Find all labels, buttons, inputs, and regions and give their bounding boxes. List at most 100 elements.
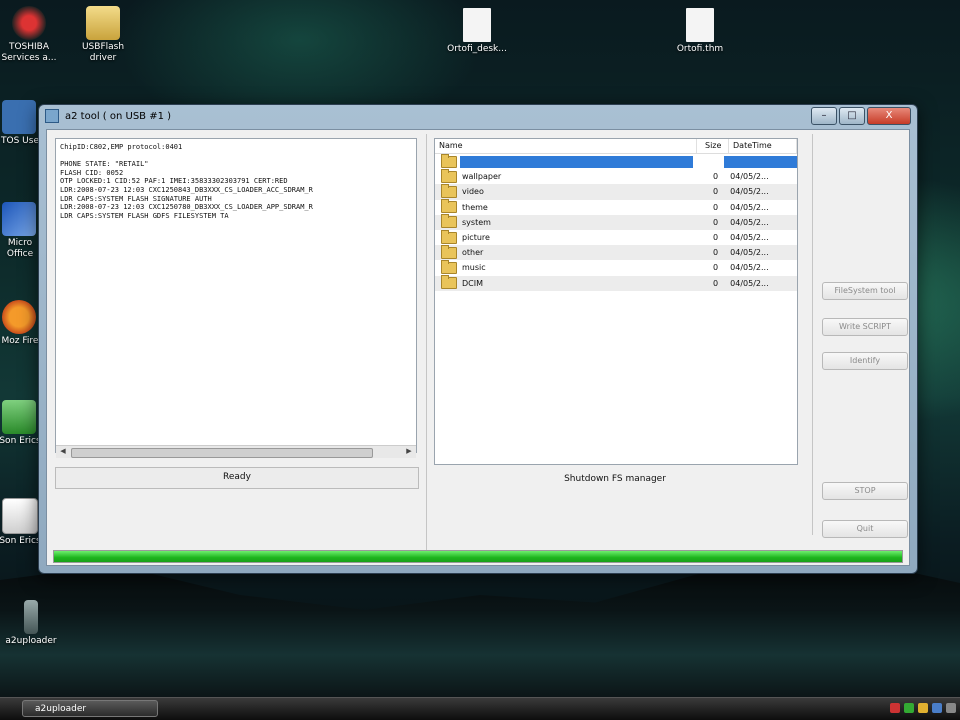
file-datetime-cell: 04/05/2... — [730, 233, 769, 243]
progress-bar — [53, 550, 903, 563]
tray-icon[interactable] — [904, 703, 914, 713]
parent-folder-icon — [441, 153, 457, 168]
file-name-cell: wallpaper — [435, 168, 693, 183]
log-line: LDR:2008-07-23 12:03 CXC1250843_DB3XXX_C… — [60, 185, 313, 194]
file-row[interactable]: picture 0 04/05/2... — [435, 229, 797, 245]
toshiba-user-icon[interactable]: TOS Use — [0, 100, 42, 147]
log-line: OTP LOCKED:1 CID:52 PAF:1 IMEI:358333023… — [60, 177, 288, 186]
file-row[interactable]: music 0 04/05/2... — [435, 259, 797, 275]
column-header-name[interactable]: Name — [435, 139, 697, 153]
window-titlebar[interactable]: a2 tool ( on USB #1 ) – □ X — [39, 105, 917, 127]
file-name-cell: picture — [435, 229, 693, 244]
app-icon — [45, 109, 59, 123]
desktop-icon-label: Ortofi_desk... — [447, 44, 507, 54]
window-client-area: ChipID:C802,EMP protocol:0401 PHONE STAT… — [46, 129, 910, 566]
folder-icon — [441, 168, 457, 183]
log-line: LDR CAPS:SYSTEM FLASH SIGNATURE AUTH — [60, 194, 212, 203]
scrollbar-thumb[interactable] — [71, 448, 373, 458]
file-list[interactable]: Name Size DateTime wallpaper 0 04/05/2... v… — [434, 138, 798, 465]
file-size-cell: 0 — [713, 278, 719, 288]
file-datetime-cell: 04/05/2... — [730, 202, 769, 212]
log-horizontal-scrollbar[interactable]: ◀ ▶ — [56, 445, 416, 458]
scroll-right-icon[interactable]: ▶ — [403, 447, 415, 457]
filesystem-tool-button[interactable]: FileSystem tool — [822, 282, 908, 300]
tray-icon[interactable] — [932, 703, 942, 713]
file-name: wallpaper — [462, 172, 502, 182]
desktop-icon-label: Son Erics — [0, 436, 41, 446]
file-name-cell: theme — [435, 199, 693, 214]
file-row[interactable]: video 0 04/05/2... — [435, 183, 797, 200]
file-name-cell: video — [435, 183, 693, 198]
sony-ericsson-icon-2[interactable]: Son Erics — [0, 498, 42, 547]
a2uploader-icon[interactable]: a2uploader — [0, 600, 66, 647]
file-list-header: Name Size DateTime — [435, 139, 797, 154]
file-size-cell: 0 — [713, 202, 719, 212]
taskbar: a2uploader — [0, 697, 960, 720]
file-name: theme — [462, 202, 488, 212]
file-row[interactable]: DCIM 0 04/05/2... — [435, 275, 797, 291]
minimize-button[interactable]: – — [811, 107, 837, 125]
folder-icon — [441, 259, 457, 274]
file-row[interactable]: wallpaper 0 04/05/2... — [435, 168, 797, 184]
file-name: picture — [462, 233, 490, 243]
desktop-icon-label: Ortofi.thm — [676, 44, 724, 54]
microsoft-office-icon[interactable]: Micro Office — [0, 202, 42, 260]
desktop-icon-label: a2uploader — [5, 636, 57, 646]
file-name-cell — [435, 153, 693, 168]
folder-icon — [441, 229, 457, 244]
log-line: LDR:2008-07-23 12:03 CXC1250780_DB3XXX_C… — [60, 203, 313, 212]
file-name: other — [462, 248, 484, 258]
file-name: system — [462, 217, 491, 227]
maximize-button[interactable]: □ — [839, 107, 865, 125]
file-datetime-cell: 04/05/2... — [730, 278, 769, 288]
stop-button[interactable]: STOP — [822, 482, 908, 500]
close-button[interactable]: X — [867, 107, 911, 125]
file-datetime-cell: 04/05/2... — [730, 263, 769, 273]
file-row[interactable] — [435, 153, 797, 169]
a2-tool-window: a2 tool ( on USB #1 ) – □ X ChipID:C802,… — [38, 104, 918, 574]
desktop-icon-label: Micro Office — [6, 238, 34, 259]
column-header-size[interactable]: Size — [697, 139, 729, 153]
desktop-icon-label: USBFlash driver — [81, 42, 125, 63]
file-size-cell: 0 — [713, 172, 719, 182]
window-title: a2 tool ( on USB #1 ) — [65, 110, 172, 122]
file-row[interactable]: system 0 04/05/2... — [435, 214, 797, 230]
log-textbox[interactable]: ChipID:C802,EMP protocol:0401 PHONE STAT… — [55, 138, 417, 453]
file-size-cell: 0 — [713, 263, 719, 273]
file-datetime-cell: 04/05/2... — [730, 187, 769, 197]
tray-icon[interactable] — [946, 703, 956, 713]
taskbar-item-a2uploader[interactable]: a2uploader — [22, 700, 158, 717]
toshiba-services-icon[interactable]: TOSHIBA Services a... — [0, 6, 64, 64]
identify-button[interactable]: Identify — [822, 352, 908, 370]
desktop-icon-label: TOSHIBA Services a... — [1, 42, 57, 63]
file-name: music — [462, 263, 486, 273]
sony-ericsson-icon-1[interactable]: Son Erics — [0, 400, 42, 447]
usbflash-driver-icon[interactable]: USBFlash driver — [68, 6, 138, 64]
log-line: FLASH CID: 0052 — [60, 168, 124, 177]
file-name-cell: other — [435, 244, 693, 259]
folder-icon — [441, 244, 457, 259]
file-size-cell: 0 — [713, 233, 719, 243]
system-tray — [890, 703, 956, 713]
mozilla-firefox-icon[interactable]: Moz Fire — [0, 300, 42, 347]
tray-icon[interactable] — [890, 703, 900, 713]
file-icon-1[interactable]: Ortofi_desk... — [442, 8, 512, 55]
write-script-button[interactable]: Write SCRIPT — [822, 318, 908, 336]
folder-icon — [441, 275, 457, 290]
column-header-datetime[interactable]: DateTime — [729, 139, 797, 153]
file-icon-2[interactable]: Ortofi.thm — [665, 8, 735, 55]
quit-button[interactable]: Quit — [822, 520, 908, 538]
file-row[interactable]: other 0 04/05/2... — [435, 244, 797, 261]
log-line: ChipID:C802,EMP protocol:0401 — [60, 143, 183, 151]
desktop-icon-label: Moz Fire — [1, 336, 39, 346]
file-row[interactable]: theme 0 04/05/2... — [435, 199, 797, 215]
file-name-cell: DCIM — [435, 275, 693, 290]
button-panel-divider — [812, 134, 813, 535]
scroll-left-icon[interactable]: ◀ — [57, 447, 69, 457]
panel-divider — [426, 134, 427, 555]
shutdown-fs-manager-label: Shutdown FS manager — [564, 474, 666, 484]
tray-icon[interactable] — [918, 703, 928, 713]
folder-icon — [441, 199, 457, 214]
file-datetime-cell: 04/05/2... — [730, 248, 769, 258]
